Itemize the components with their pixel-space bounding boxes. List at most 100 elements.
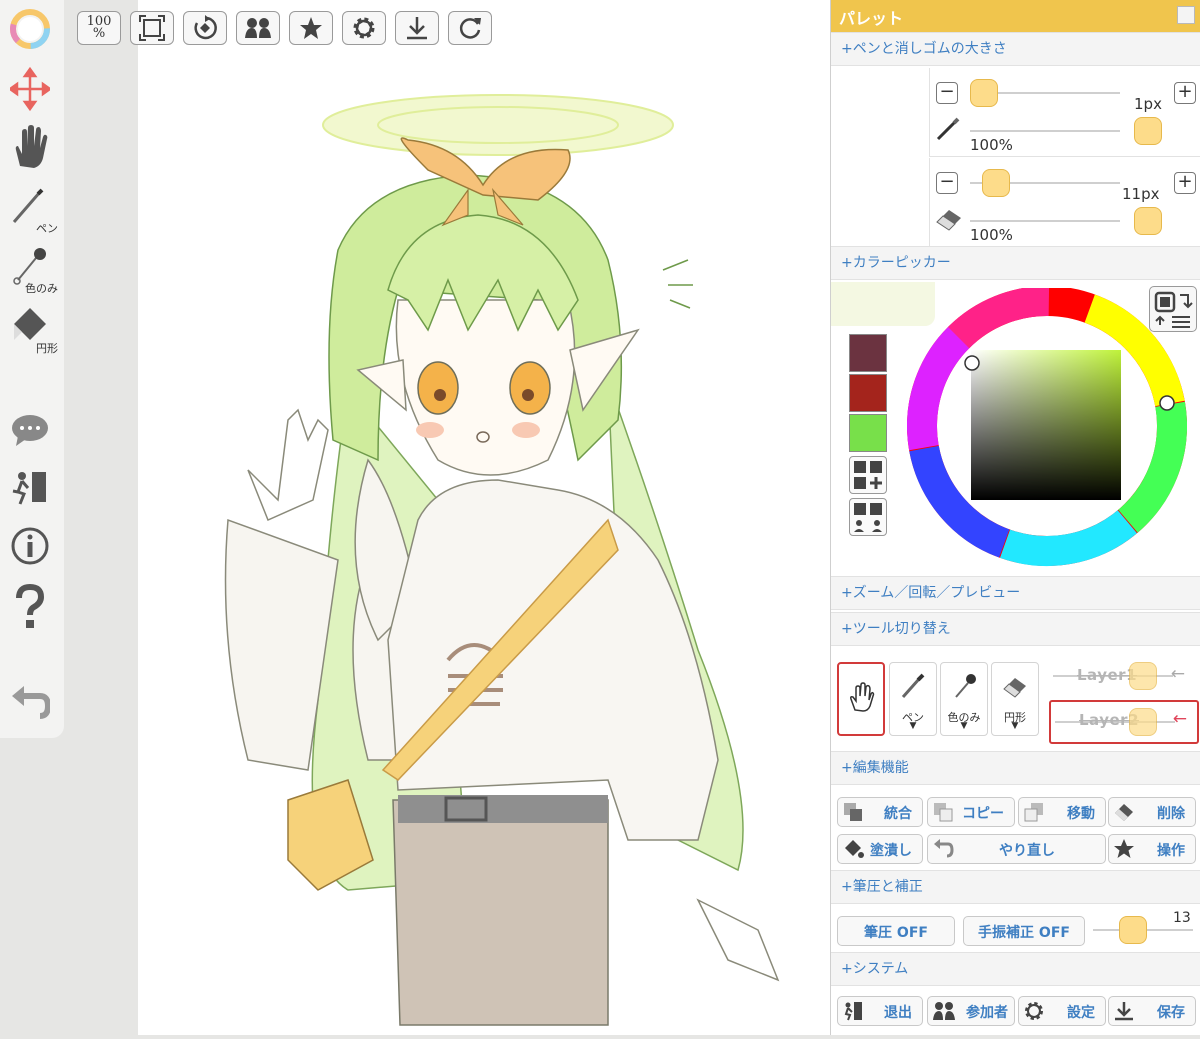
eyedropper-tool-dropdown-icon[interactable]: ▼	[941, 721, 987, 731]
add-swatch-button[interactable]	[849, 456, 887, 494]
move-icon[interactable]	[0, 64, 64, 116]
reload-button[interactable]	[448, 11, 492, 45]
operate-button[interactable]: 操作	[1108, 834, 1196, 864]
color-swatch-2[interactable]	[849, 374, 887, 412]
color-wheel-graphic	[907, 286, 1187, 566]
help-icon[interactable]	[0, 584, 64, 636]
save-button[interactable]: 保存	[1108, 996, 1196, 1026]
section-color-picker[interactable]: +カラーピッカー	[831, 246, 1200, 280]
merge-button[interactable]: 統合	[837, 797, 923, 827]
exit-button[interactable]: 退出	[837, 996, 923, 1026]
redo-button[interactable]: やり直し	[927, 834, 1106, 864]
stabilizer-toggle-button[interactable]: 手振補正 OFF	[963, 916, 1085, 946]
download-button[interactable]	[395, 11, 439, 45]
fill-button[interactable]: 塗潰し	[837, 834, 923, 864]
pen-tool-button[interactable]: ペン ▼	[889, 662, 937, 736]
layer-1-select-arrow-icon[interactable]: ←	[1171, 664, 1185, 684]
hand-icon[interactable]	[0, 122, 64, 174]
hand-icon	[850, 682, 875, 712]
section-tool-switch[interactable]: +ツール切り替え	[831, 612, 1200, 646]
eyedropper-icon	[955, 674, 976, 698]
eraser-size-plus-button[interactable]: +	[1174, 172, 1196, 194]
grid-add-icon	[854, 461, 882, 489]
pen-size-knob[interactable]	[970, 79, 998, 107]
color-mode-icon	[1154, 291, 1193, 328]
pen-opacity-knob[interactable]	[1134, 117, 1162, 145]
eraser-size-panel: − + 11px 100%	[929, 158, 1200, 246]
layer-2-select-arrow-icon[interactable]: ←	[1173, 709, 1187, 729]
section-system[interactable]: +システム	[831, 952, 1200, 986]
pen-opacity-track[interactable]	[970, 130, 1120, 132]
left-toolbar: ペン 色のみ 円形	[0, 0, 64, 738]
participants-list-button[interactable]: 参加者	[927, 996, 1015, 1026]
section-zoom-rotate-preview[interactable]: +ズーム／回転／プレビュー	[831, 576, 1200, 610]
users-icon	[245, 18, 271, 38]
eyedropper-tool-button[interactable]: 色のみ ▼	[940, 662, 988, 736]
fit-screen-button[interactable]	[130, 11, 174, 45]
eyedropper-tool[interactable]: 色のみ	[0, 244, 64, 296]
chat-icon[interactable]	[0, 408, 64, 460]
pen-size-plus-button[interactable]: +	[1174, 82, 1196, 104]
favorite-button[interactable]	[289, 11, 333, 45]
layer-1-row[interactable]: Layer1 ←	[1049, 654, 1199, 698]
pen-tool-label: ペン	[36, 222, 58, 235]
palette-title: パレット	[839, 9, 904, 28]
palette-header[interactable]: パレット	[831, 0, 1200, 32]
eyedropper-tool-label: 色のみ	[25, 282, 58, 295]
gear-icon	[353, 17, 375, 39]
pressure-toggle-button[interactable]: 筆圧 OFF	[837, 916, 955, 946]
pen-icon	[901, 673, 925, 698]
hand-tool-button[interactable]	[837, 662, 885, 736]
system-settings-button[interactable]: 設定	[1018, 996, 1106, 1026]
pen-size-panel: − + 1px 100%	[929, 68, 1200, 157]
eraser-size-knob[interactable]	[982, 169, 1010, 197]
copy-button[interactable]: コピー	[927, 797, 1015, 827]
delete-button[interactable]: 削除	[1108, 797, 1196, 827]
color-swatch-3[interactable]	[849, 414, 887, 452]
pen-tool[interactable]: ペン	[0, 184, 64, 236]
swap-swatch-button[interactable]	[849, 498, 887, 536]
exit-door-icon[interactable]	[0, 466, 64, 518]
exit-door-icon	[844, 1002, 862, 1021]
layer-2-opacity-knob[interactable]	[1129, 708, 1157, 736]
color-wheel[interactable]	[907, 286, 1187, 568]
eraser-size-minus-button[interactable]: −	[936, 172, 958, 194]
grid-swap-icon	[854, 503, 882, 532]
eraser-opacity-knob[interactable]	[1134, 207, 1162, 235]
pen-size-minus-button[interactable]: −	[936, 82, 958, 104]
section-edit[interactable]: +編集機能	[831, 751, 1200, 785]
pen-icon	[936, 117, 960, 141]
layer-2-row[interactable]: Layer2 ←	[1049, 700, 1199, 744]
color-mode-button[interactable]	[1149, 286, 1197, 332]
shape-tool-button[interactable]: 円形 ▼	[991, 662, 1039, 736]
fit-screen-icon	[139, 15, 165, 41]
stabilizer-level-value: 13	[1173, 910, 1191, 926]
download-icon	[1115, 1002, 1133, 1021]
stabilizer-level-knob[interactable]	[1119, 916, 1147, 944]
eraser-opacity-track[interactable]	[970, 220, 1120, 222]
move-button[interactable]: 移動	[1018, 797, 1106, 827]
eraser-size-value: 11px	[1122, 185, 1160, 203]
undo-icon[interactable]	[0, 684, 64, 736]
section-brush-size[interactable]: +ペンと消しゴムの大きさ	[831, 32, 1200, 66]
drawing-canvas[interactable]	[138, 0, 830, 1035]
pen-opacity-value: 100%	[970, 136, 1013, 154]
shape-tool-dropdown-icon[interactable]: ▼	[992, 721, 1038, 731]
rotate-reset-button[interactable]	[183, 11, 227, 45]
eraser-opacity-value: 100%	[970, 226, 1013, 244]
users-icon	[933, 1002, 955, 1020]
section-pressure-correction[interactable]: +筆圧と補正	[831, 870, 1200, 904]
color-swatch-1[interactable]	[849, 334, 887, 372]
layer-1-opacity-knob[interactable]	[1129, 662, 1157, 690]
shape-tool[interactable]: 円形	[0, 304, 64, 356]
zoom-100-button[interactable]: 100 %	[77, 11, 121, 45]
move-layer-icon	[1024, 803, 1043, 822]
pen-tool-dropdown-icon[interactable]: ▼	[890, 721, 936, 731]
palette-close-button[interactable]	[1177, 6, 1195, 24]
settings-button[interactable]	[342, 11, 386, 45]
participants-button[interactable]	[236, 11, 280, 45]
color-wheel-icon[interactable]	[0, 6, 64, 58]
rotate-icon	[194, 15, 217, 40]
info-icon[interactable]	[0, 526, 64, 578]
gear-icon	[1025, 1002, 1043, 1020]
